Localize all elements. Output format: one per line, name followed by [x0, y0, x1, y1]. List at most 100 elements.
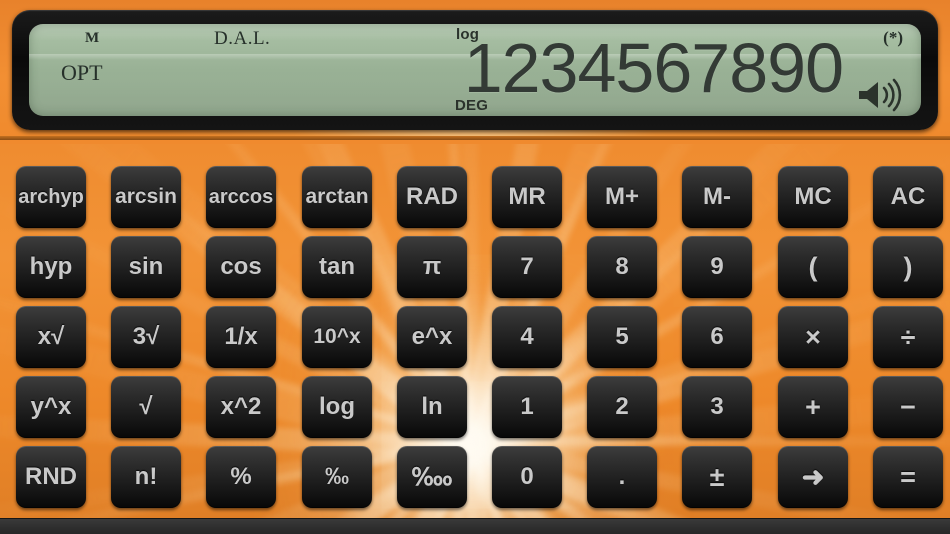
key-3[interactable]: 3 — [682, 376, 752, 438]
calculator-app: M D.A.L. OPT (*) log DEG 1234567890 arch… — [0, 0, 950, 534]
key-label: % — [230, 463, 252, 490]
key-label: M+ — [604, 183, 639, 210]
key-divide[interactable]: ÷ — [873, 306, 943, 368]
keypad: archyp arcsin arccos arctan RAD MR M+ M- MC AC hyp… — [0, 144, 950, 518]
key-factorial[interactable]: n! — [111, 446, 181, 508]
key-label: MC — [794, 183, 832, 210]
key-memory-add[interactable]: M+ — [587, 166, 657, 228]
key-label: + — [805, 391, 821, 422]
key-memory-recall[interactable]: MR — [492, 166, 562, 228]
key-cos[interactable]: cos — [206, 236, 276, 298]
key-paren-close[interactable]: ) — [873, 236, 943, 298]
key-reciprocal[interactable]: 1/x — [206, 306, 276, 368]
key-label: arctan — [305, 185, 369, 208]
key-label: ( — [808, 251, 818, 282]
key-label: sin — [128, 253, 164, 280]
key-label: ‰ — [325, 463, 349, 490]
key-9[interactable]: 9 — [682, 236, 752, 298]
key-label: arcsin — [115, 185, 177, 208]
key-label: hyp — [29, 253, 73, 280]
key-plus[interactable]: + — [778, 376, 848, 438]
indicator-option: OPT — [61, 60, 103, 85]
key-label: 0 — [520, 463, 534, 490]
key-minus[interactable]: − — [873, 376, 943, 438]
key-label: 3√ — [132, 323, 160, 350]
key-label: ± — [709, 461, 725, 492]
key-arctan[interactable]: arctan — [302, 166, 372, 228]
key-tan[interactable]: tan — [302, 236, 372, 298]
key-label: MR — [508, 183, 546, 210]
display-bezel: M D.A.L. OPT (*) log DEG 1234567890 — [12, 10, 938, 130]
key-arccos[interactable]: arccos — [206, 166, 276, 228]
key-label: y^x — [30, 393, 72, 420]
display-value: 1234567890 — [463, 29, 844, 107]
key-6[interactable]: 6 — [682, 306, 752, 368]
key-paren-open[interactable]: ( — [778, 236, 848, 298]
key-square-root[interactable]: √ — [111, 376, 181, 438]
key-0[interactable]: 0 — [492, 446, 562, 508]
indicator-star: (*) — [883, 28, 903, 47]
key-archyp[interactable]: archyp — [16, 166, 86, 228]
key-label: log — [319, 393, 355, 420]
key-memory-subtract[interactable]: M- — [682, 166, 752, 228]
key-label: 8 — [615, 253, 629, 280]
key-label: AC — [890, 183, 926, 210]
key-x-squared[interactable]: x^2 — [206, 376, 276, 438]
key-cube-root[interactable]: 3√ — [111, 306, 181, 368]
lcd-screen: M D.A.L. OPT (*) log DEG 1234567890 — [29, 24, 921, 116]
key-label: π — [422, 253, 442, 280]
key-multiply[interactable]: × — [778, 306, 848, 368]
key-label: RND — [25, 463, 77, 490]
key-permyriad[interactable]: ‱ — [397, 446, 467, 508]
key-label: cos — [220, 253, 262, 280]
indicator-memory: M — [85, 30, 100, 46]
key-4[interactable]: 4 — [492, 306, 562, 368]
key-rad[interactable]: RAD — [397, 166, 467, 228]
bottom-bar — [0, 518, 950, 534]
key-e-power-x[interactable]: e^x — [397, 306, 467, 368]
key-label: 2 — [615, 393, 629, 420]
key-label: 4 — [520, 323, 534, 350]
key-7[interactable]: 7 — [492, 236, 562, 298]
key-label: 3 — [710, 393, 724, 420]
key-percent[interactable]: % — [206, 446, 276, 508]
indicator-dal: D.A.L. — [214, 28, 271, 49]
key-label: tan — [319, 253, 355, 280]
key-label: 5 — [615, 323, 629, 350]
key-1[interactable]: 1 — [492, 376, 562, 438]
key-equals[interactable]: = — [873, 446, 943, 508]
key-hyp[interactable]: hyp — [16, 236, 86, 298]
key-decimal-point[interactable]: . — [587, 446, 657, 508]
key-log[interactable]: log — [302, 376, 372, 438]
key-label: ln — [421, 393, 443, 420]
key-label: x√ — [37, 323, 65, 350]
key-label: . — [618, 463, 626, 490]
key-y-power-x[interactable]: y^x — [16, 376, 86, 438]
key-backspace-arrow[interactable]: ➜ — [778, 446, 848, 508]
key-sin[interactable]: sin — [111, 236, 181, 298]
key-ln[interactable]: ln — [397, 376, 467, 438]
key-8[interactable]: 8 — [587, 236, 657, 298]
key-arcsin[interactable]: arcsin — [111, 166, 181, 228]
display-panel: M D.A.L. OPT (*) log DEG 1234567890 — [0, 0, 950, 140]
key-label: 6 — [710, 323, 724, 350]
key-label: 10^x — [313, 325, 361, 348]
key-label: × — [805, 321, 821, 352]
key-label: 7 — [520, 253, 534, 280]
key-5[interactable]: 5 — [587, 306, 657, 368]
key-all-clear[interactable]: AC — [873, 166, 943, 228]
key-label: n! — [134, 463, 158, 490]
key-label: RAD — [406, 183, 458, 210]
key-2[interactable]: 2 — [587, 376, 657, 438]
key-xth-root[interactable]: x√ — [16, 306, 86, 368]
key-permille[interactable]: ‰ — [302, 446, 372, 508]
key-sign-toggle[interactable]: ± — [682, 446, 752, 508]
key-label: − — [900, 391, 916, 422]
key-label: M- — [703, 183, 731, 210]
key-label: arccos — [208, 185, 274, 208]
key-ten-power-x[interactable]: 10^x — [302, 306, 372, 368]
key-label: ÷ — [900, 321, 916, 352]
key-random[interactable]: RND — [16, 446, 86, 508]
key-pi[interactable]: π — [397, 236, 467, 298]
key-memory-clear[interactable]: MC — [778, 166, 848, 228]
